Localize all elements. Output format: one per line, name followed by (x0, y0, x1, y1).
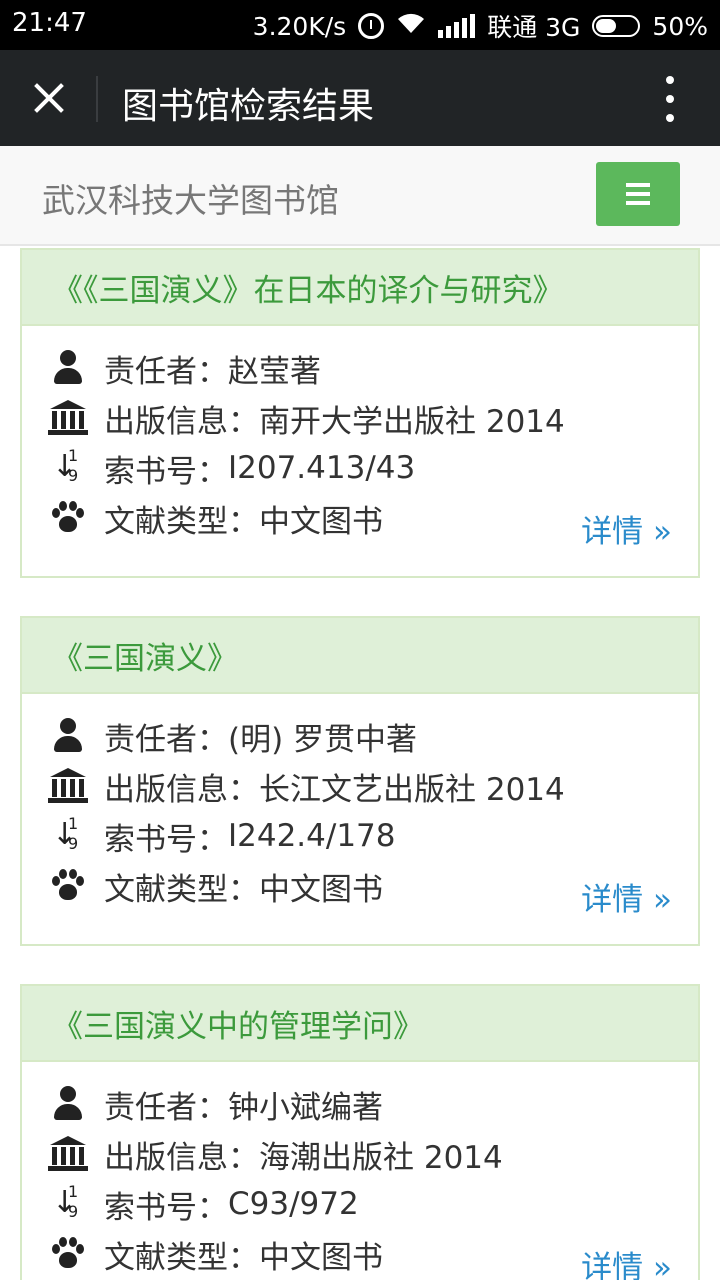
library-name[interactable]: 武汉科技大学图书馆 (42, 174, 339, 222)
status-time: 21:47 (12, 8, 87, 38)
doc-type-row: 文献类型： 中文图书 (48, 1234, 383, 1276)
doc-type-label: 文献类型： (104, 1239, 259, 1276)
app-bar-divider (96, 76, 98, 122)
sort-numeric-icon: ↓ 1 9 (52, 446, 79, 485)
author-label: 责任者： (104, 721, 228, 758)
cell-signal-icon (438, 14, 476, 38)
call-number-row: ↓ 1 9 索书号： I242.4/178 (48, 814, 396, 858)
book-title[interactable]: 《三国演义中的管理学问》 (52, 1001, 424, 1046)
paw-icon (48, 868, 88, 904)
sort-numeric-icon: ↓ 1 9 (52, 814, 79, 853)
call-number-value: C93/972 (228, 1186, 359, 1222)
close-icon[interactable] (22, 74, 74, 122)
author-row: 责任者： 钟小斌编著 (48, 1084, 383, 1126)
hamburger-menu-button[interactable] (596, 162, 680, 226)
call-number-value: I207.413/43 (228, 450, 416, 486)
library-navbar: 武汉科技大学图书馆 (0, 146, 720, 246)
book-title[interactable]: 《《三国演义》在日本的译介与研究》 (52, 265, 564, 310)
author-label: 责任者： (104, 1089, 228, 1126)
publish-row: 出版信息： 南开大学出版社 2014 (48, 398, 565, 440)
call-number-label: 索书号： (104, 821, 228, 858)
doc-type-value: 中文图书 (259, 503, 383, 540)
battery-percent: 50% (652, 11, 708, 41)
page-title: 图书馆检索结果 (122, 86, 375, 127)
call-number-row: ↓ 1 9 索书号： I207.413/43 (48, 446, 416, 490)
call-number-label: 索书号： (104, 453, 228, 490)
status-bar: 21:47 3.20K/s 联通 3G 50% (0, 0, 720, 50)
app-bar: 图书馆检索结果 (0, 50, 720, 146)
sort-numeric-icon: ↓ 1 9 (52, 1182, 79, 1221)
hamburger-icon (626, 183, 650, 187)
details-link[interactable]: 详情 » (581, 874, 672, 919)
carrier-label: 联通 3G (487, 13, 581, 42)
result-card: 《三国演义》 责任者： (明) 罗贯中著 出版信息： 长江文艺出版社 2014 ↓ 1… (20, 616, 700, 946)
publish-value: 海潮出版社 2014 (259, 1139, 503, 1176)
network-speed: 3.20K/s (252, 11, 347, 41)
paw-icon (48, 1236, 88, 1272)
doc-type-value: 中文图书 (259, 1239, 383, 1276)
result-card: 《《三国演义》在日本的译介与研究》 责任者： 赵莹著 出版信息： 南开大学出版社 2… (20, 248, 700, 578)
doc-type-value: 中文图书 (259, 871, 383, 908)
user-icon (48, 718, 88, 754)
paw-icon (48, 500, 88, 536)
doc-type-row: 文献类型： 中文图书 (48, 498, 383, 540)
result-card-body: 责任者： (明) 罗贯中著 出版信息： 长江文艺出版社 2014 ↓ 1 9 索书号： I… (22, 694, 698, 944)
result-card-header: 《三国演义中的管理学问》 (22, 986, 698, 1062)
alarm-icon (358, 13, 385, 39)
institution-icon (48, 768, 88, 804)
publish-value: 南开大学出版社 2014 (259, 403, 565, 440)
call-number-row: ↓ 1 9 索书号： C93/972 (48, 1182, 359, 1226)
doc-type-label: 文献类型： (104, 871, 259, 908)
details-link[interactable]: 详情 » (581, 506, 672, 551)
doc-type-row: 文献类型： 中文图书 (48, 866, 383, 908)
author-value: 钟小斌编著 (228, 1089, 383, 1126)
results-list[interactable]: 《《三国演义》在日本的译介与研究》 责任者： 赵莹著 出版信息： 南开大学出版社 2… (20, 248, 700, 1280)
status-right: 3.20K/s 联通 3G 50% (253, 8, 708, 44)
result-card-header: 《《三国演义》在日本的译介与研究》 (22, 250, 698, 326)
result-card-body: 责任者： 赵莹著 出版信息： 南开大学出版社 2014 ↓ 1 9 索书号： I207.4… (22, 326, 698, 576)
call-number-value: I242.4/178 (228, 818, 396, 854)
battery-icon (592, 15, 641, 37)
publish-label: 出版信息： (104, 1139, 259, 1176)
institution-icon (48, 1136, 88, 1172)
publish-row: 出版信息： 海潮出版社 2014 (48, 1134, 503, 1176)
publish-row: 出版信息： 长江文艺出版社 2014 (48, 766, 565, 808)
details-link[interactable]: 详情 » (581, 1242, 672, 1280)
publish-value: 长江文艺出版社 2014 (259, 771, 565, 808)
author-row: 责任者： 赵莹著 (48, 348, 321, 390)
doc-type-label: 文献类型： (104, 503, 259, 540)
author-value: 赵莹著 (228, 353, 321, 390)
publish-label: 出版信息： (104, 403, 259, 440)
call-number-label: 索书号： (104, 1189, 228, 1226)
wifi-icon (396, 11, 426, 41)
user-icon (48, 1086, 88, 1122)
more-vert-icon[interactable] (660, 76, 680, 122)
author-value: (明) 罗贯中著 (228, 721, 418, 758)
book-title[interactable]: 《三国演义》 (52, 633, 238, 678)
result-card: 《三国演义中的管理学问》 责任者： 钟小斌编著 出版信息： 海潮出版社 2014 ↓… (20, 984, 700, 1280)
institution-icon (48, 400, 88, 436)
author-row: 责任者： (明) 罗贯中著 (48, 716, 418, 758)
publish-label: 出版信息： (104, 771, 259, 808)
result-card-header: 《三国演义》 (22, 618, 698, 694)
result-card-body: 责任者： 钟小斌编著 出版信息： 海潮出版社 2014 ↓ 1 9 索书号： C93/97… (22, 1062, 698, 1280)
author-label: 责任者： (104, 353, 228, 390)
user-icon (48, 350, 88, 386)
